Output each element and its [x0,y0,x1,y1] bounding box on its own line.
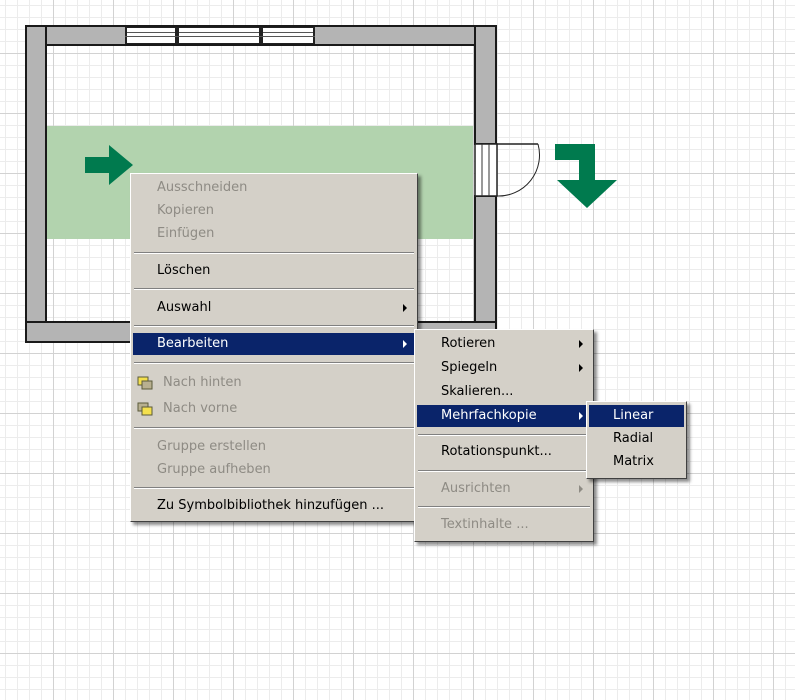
menu-item-delete[interactable]: Löschen [133,260,415,282]
window-1[interactable] [125,27,177,44]
menu-item-label: Nach vorne [163,401,238,416]
edit-submenu: Rotieren Spiegeln Skalieren... Mehrfachk… [414,329,594,542]
menu-item-send-backward[interactable]: Nach hinten [133,372,415,394]
submenu-arrow-icon [579,485,583,493]
menu-item-multicopy[interactable]: Mehrfachkopie [417,405,591,427]
menu-separator [418,506,590,508]
menu-item-selection[interactable]: Auswahl [133,297,415,319]
context-menu: Ausschneiden Kopieren Einfügen Löschen A… [130,173,418,522]
submenu-arrow-icon [403,340,407,348]
menu-item-ungroup[interactable]: Gruppe aufheben [133,459,415,481]
menu-item-scale[interactable]: Skalieren... [417,381,591,403]
arrow-turn-down-icon [555,144,617,208]
menu-item-text-contents[interactable]: Textinhalte ... [417,514,591,536]
menu-item-label: Einfügen [157,226,215,241]
menu-item-label: Löschen [157,263,211,278]
menu-item-rotation-point[interactable]: Rotationspunkt... [417,441,591,463]
menu-item-linear[interactable]: Linear [589,405,684,427]
submenu-arrow-icon [579,340,583,348]
menu-separator [418,470,590,472]
menu-item-label: Ausrichten [441,481,511,496]
window-2[interactable] [177,27,261,44]
menu-separator [134,427,414,429]
menu-separator [134,288,414,290]
menu-item-label: Nach hinten [163,375,242,390]
window-3[interactable] [261,27,315,44]
door[interactable] [470,140,550,202]
menu-item-add-to-library[interactable]: Zu Symbolbibliothek hinzufügen ... [133,495,415,517]
menu-item-label: Skalieren... [441,384,514,399]
menu-item-label: Gruppe aufheben [157,462,271,477]
submenu-arrow-icon [579,364,583,372]
wall-left[interactable] [25,25,47,343]
menu-separator [134,487,414,489]
menu-item-edit[interactable]: Bearbeiten [133,333,415,355]
menu-item-paste[interactable]: Einfügen [133,223,415,245]
menu-item-label: Matrix [613,454,654,469]
menu-item-align[interactable]: Ausrichten [417,478,591,500]
send-backward-icon [137,376,153,390]
menu-item-cut[interactable]: Ausschneiden [133,177,415,199]
menu-item-label: Auswahl [157,300,212,315]
menu-item-mirror[interactable]: Spiegeln [417,357,591,379]
menu-item-copy[interactable]: Kopieren [133,200,415,222]
menu-separator [134,362,414,364]
menu-separator [418,434,590,436]
menu-item-label: Gruppe erstellen [157,439,266,454]
menu-item-label: Bearbeiten [157,336,229,351]
menu-item-label: Spiegeln [441,360,498,375]
menu-item-label: Rotationspunkt... [441,444,552,459]
menu-item-label: Radial [613,431,654,446]
menu-item-matrix[interactable]: Matrix [589,451,684,473]
submenu-arrow-icon [579,412,583,420]
wall-right-upper[interactable] [474,25,497,145]
menu-item-label: Kopieren [157,203,214,218]
menu-separator [134,325,414,327]
bring-forward-icon [137,402,153,416]
menu-item-label: Ausschneiden [157,180,248,195]
menu-item-label: Textinhalte ... [441,517,529,532]
menu-item-radial[interactable]: Radial [589,428,684,450]
menu-item-create-group[interactable]: Gruppe erstellen [133,436,415,458]
menu-separator [134,252,414,254]
menu-item-bring-forward[interactable]: Nach vorne [133,398,415,420]
submenu-arrow-icon [403,304,407,312]
menu-item-label: Zu Symbolbibliothek hinzufügen ... [157,498,384,513]
multicopy-submenu: Linear Radial Matrix [586,401,687,479]
menu-item-label: Mehrfachkopie [441,408,537,423]
menu-item-label: Rotieren [441,336,496,351]
menu-item-rotate[interactable]: Rotieren [417,333,591,355]
menu-item-label: Linear [613,408,654,423]
